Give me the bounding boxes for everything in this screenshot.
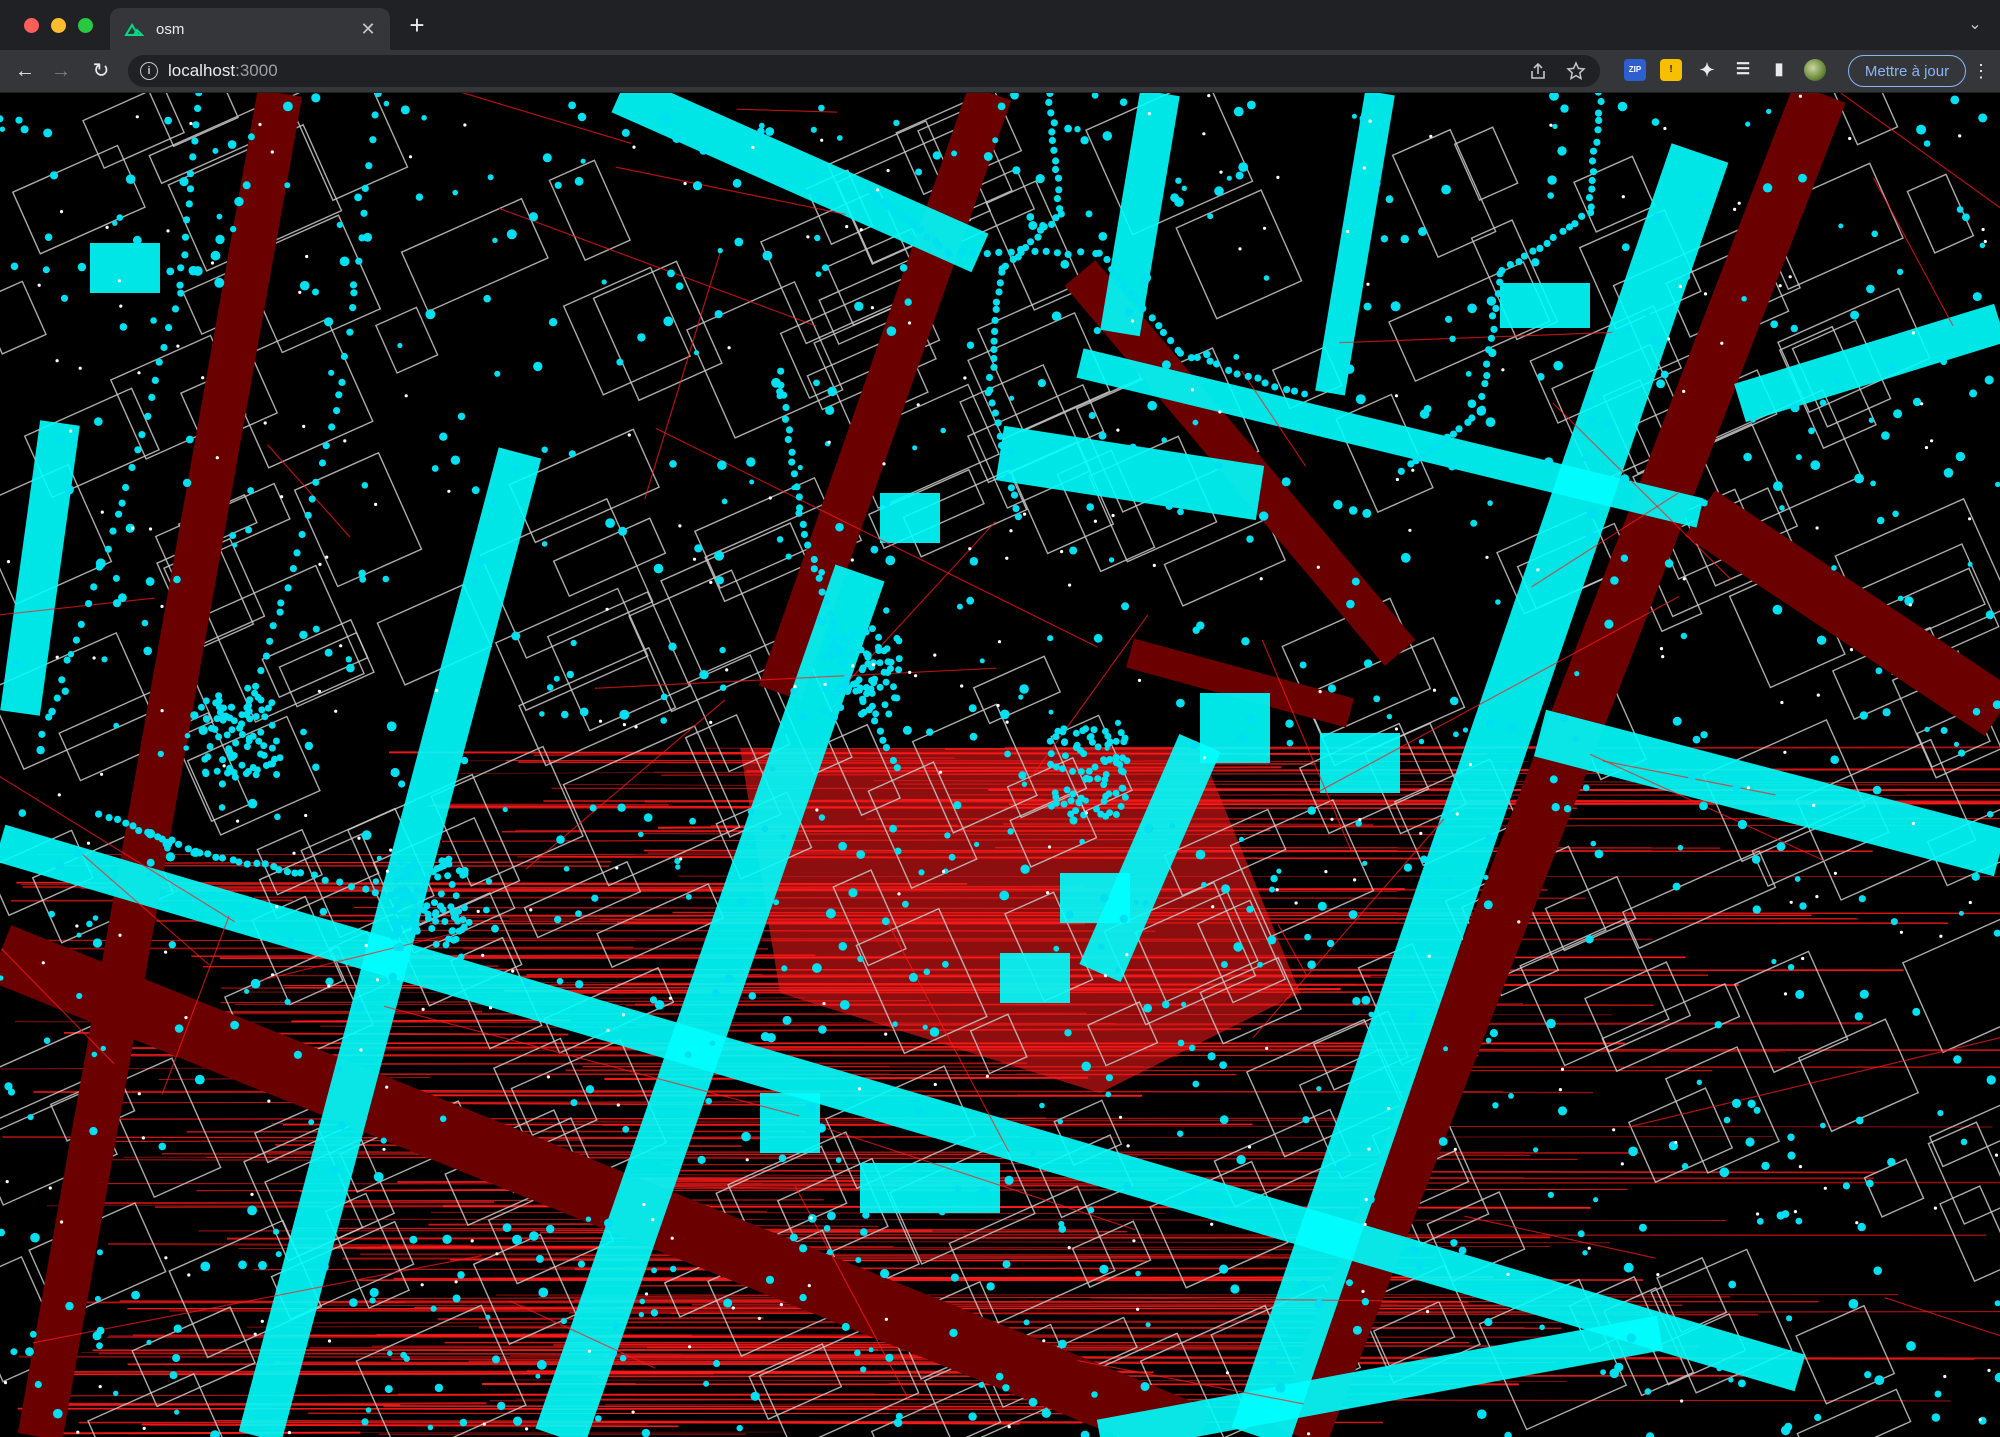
address-bar[interactable]: i localhost:3000	[128, 55, 1600, 87]
new-tab-button[interactable]: +	[404, 12, 430, 38]
zip-extension-icon[interactable]: ZIP	[1624, 59, 1646, 81]
profile-avatar-icon[interactable]	[1804, 59, 1826, 81]
browser-menu-icon[interactable]: ⋮	[1968, 58, 1994, 84]
side-panel-icon[interactable]: ▮	[1768, 59, 1790, 81]
browser-toolbar: ← → ↻ i localhost:3000 ZIP ! ✦ ☰ ▮ Mettr…	[0, 50, 2000, 93]
bookmark-star-icon[interactable]	[1566, 61, 1586, 81]
yellow-extension-icon[interactable]: !	[1660, 59, 1682, 81]
url-text[interactable]: localhost:3000	[168, 61, 278, 81]
map-canvas[interactable]	[0, 93, 2000, 1437]
tab-strip: osm ✕ + ⌄	[0, 0, 2000, 50]
tab-osm[interactable]: osm ✕	[110, 8, 390, 50]
share-icon[interactable]	[1528, 61, 1548, 81]
back-button[interactable]: ←	[12, 58, 38, 84]
reload-button[interactable]: ↻	[88, 58, 114, 84]
map-svg[interactable]	[0, 93, 2000, 1437]
url-host: localhost	[168, 61, 236, 80]
reading-list-icon[interactable]: ☰	[1732, 59, 1754, 81]
puzzle-extensions-icon[interactable]: ✦	[1696, 59, 1718, 81]
extensions-area: ZIP ! ✦ ☰ ▮	[1624, 59, 1826, 81]
minimize-window-button[interactable]	[51, 18, 66, 33]
close-window-button[interactable]	[24, 18, 39, 33]
forward-button[interactable]: →	[48, 58, 74, 84]
tab-search-icon[interactable]: ⌄	[1964, 14, 1986, 36]
site-info-icon[interactable]: i	[140, 62, 158, 80]
update-button[interactable]: Mettre à jour	[1848, 55, 1966, 87]
maximize-window-button[interactable]	[78, 18, 93, 33]
tab-title: osm	[156, 20, 185, 38]
nuxt-logo-icon	[124, 23, 144, 36]
url-port: :3000	[235, 61, 278, 80]
window-controls	[24, 18, 93, 33]
tab-close-icon[interactable]: ✕	[358, 19, 378, 39]
